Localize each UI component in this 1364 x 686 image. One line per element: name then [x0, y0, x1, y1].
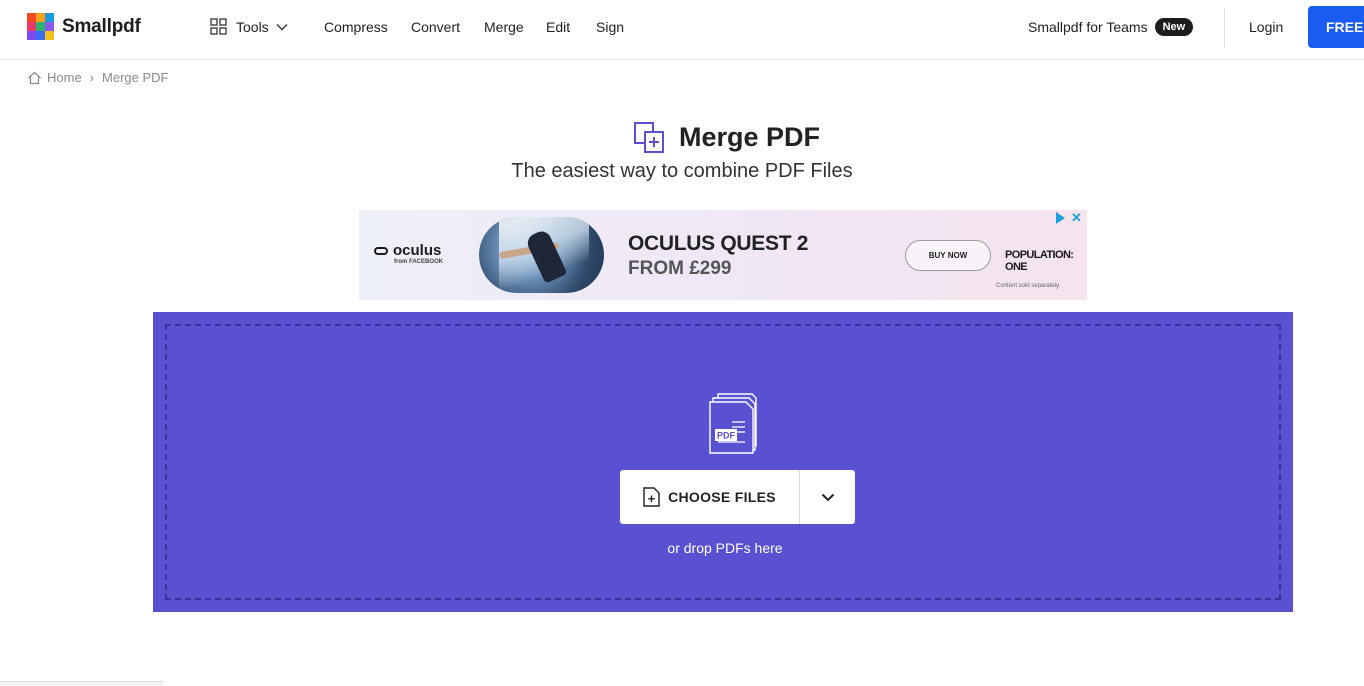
- logo-tile: [36, 22, 45, 31]
- close-ad-icon[interactable]: ✕: [1071, 211, 1082, 224]
- logo-tile: [45, 22, 54, 31]
- bottom-edge: [0, 681, 163, 686]
- nav-compress[interactable]: Compress: [324, 19, 388, 35]
- logo-tile: [36, 13, 45, 22]
- ad-partner-logo: POPULATION: ONE: [1005, 249, 1074, 273]
- header-divider: [1224, 8, 1225, 48]
- pdf-icon-label: PDF: [717, 431, 736, 441]
- new-badge: New: [1154, 18, 1194, 36]
- page-subtitle: The easiest way to combine PDF Files: [511, 160, 853, 182]
- login-link[interactable]: Login: [1249, 19, 1283, 35]
- ad-brand-logo: oculus from FACEBOOK: [374, 242, 443, 265]
- choose-files-label: CHOOSE FILES: [668, 489, 776, 505]
- ad-brand-name: oculus: [393, 242, 442, 259]
- ad-choices: ✕: [1056, 211, 1082, 224]
- breadcrumb-home[interactable]: Home: [27, 70, 82, 85]
- nav-convert[interactable]: Convert: [411, 19, 460, 35]
- logo-tile: [27, 13, 36, 22]
- tools-label: Tools: [236, 18, 269, 35]
- breadcrumb-home-label: Home: [47, 70, 82, 85]
- top-navbar: Smallpdf Tools Compress Convert Merge Ed…: [0, 0, 1364, 60]
- tools-menu-button[interactable]: Tools: [210, 18, 288, 35]
- breadcrumb: Home › Merge PDF: [27, 70, 169, 85]
- ad-photo: [479, 217, 604, 293]
- ad-price: FROM £299: [628, 258, 732, 279]
- nav-edit[interactable]: Edit: [546, 19, 570, 35]
- ad-headline: OCULUS QUEST 2: [628, 232, 809, 255]
- home-icon: [28, 71, 41, 84]
- logo-mark-icon: [27, 13, 54, 40]
- logo-tile: [45, 31, 54, 40]
- nav-sign[interactable]: Sign: [596, 19, 624, 35]
- ad-buy-now-button[interactable]: BUY NOW: [905, 240, 991, 271]
- chevron-down-icon: [821, 493, 834, 501]
- ad-fine-print: Content sold separately.: [996, 283, 1061, 289]
- ad-banner[interactable]: oculus from FACEBOOK OCULUS QUEST 2 FROM…: [359, 210, 1087, 300]
- logo-tile: [27, 22, 36, 31]
- adchoices-icon[interactable]: [1056, 211, 1065, 224]
- oculus-ring-icon: [374, 246, 388, 255]
- add-file-icon: [643, 487, 660, 507]
- grid-icon: [210, 18, 227, 35]
- smallpdf-logo[interactable]: Smallpdf: [27, 13, 141, 40]
- logo-tile: [27, 31, 36, 40]
- chevron-down-icon: [276, 23, 288, 30]
- teams-link[interactable]: Smallpdf for Teams New: [1028, 18, 1194, 36]
- choose-source-dropdown[interactable]: [800, 470, 855, 524]
- dropzone-border: PDF CHOOSE FILES or drop PDFs here: [165, 324, 1281, 600]
- choose-files-button[interactable]: CHOOSE FILES: [620, 470, 800, 524]
- page-header: Merge PDF: [634, 122, 820, 153]
- page-title: Merge PDF: [679, 122, 821, 152]
- teams-label: Smallpdf for Teams: [1028, 19, 1148, 35]
- file-dropzone[interactable]: PDF CHOOSE FILES or drop PDFs here: [153, 312, 1293, 612]
- ad-brand-sub: from FACEBOOK: [394, 259, 444, 265]
- choose-files-control: CHOOSE FILES: [620, 470, 855, 524]
- breadcrumb-separator: ›: [89, 70, 95, 85]
- logo-text: Smallpdf: [62, 15, 141, 37]
- nav-merge[interactable]: Merge: [484, 19, 524, 35]
- free-trial-button[interactable]: FREE TRIAL: [1308, 6, 1364, 48]
- breadcrumb-current: Merge PDF: [102, 70, 169, 85]
- pdf-files-icon: PDF: [709, 393, 757, 454]
- logo-tile: [36, 31, 45, 40]
- logo-tile: [45, 13, 54, 22]
- merge-pdf-icon: [634, 122, 664, 153]
- drop-hint: or drop PDFs here: [667, 540, 783, 556]
